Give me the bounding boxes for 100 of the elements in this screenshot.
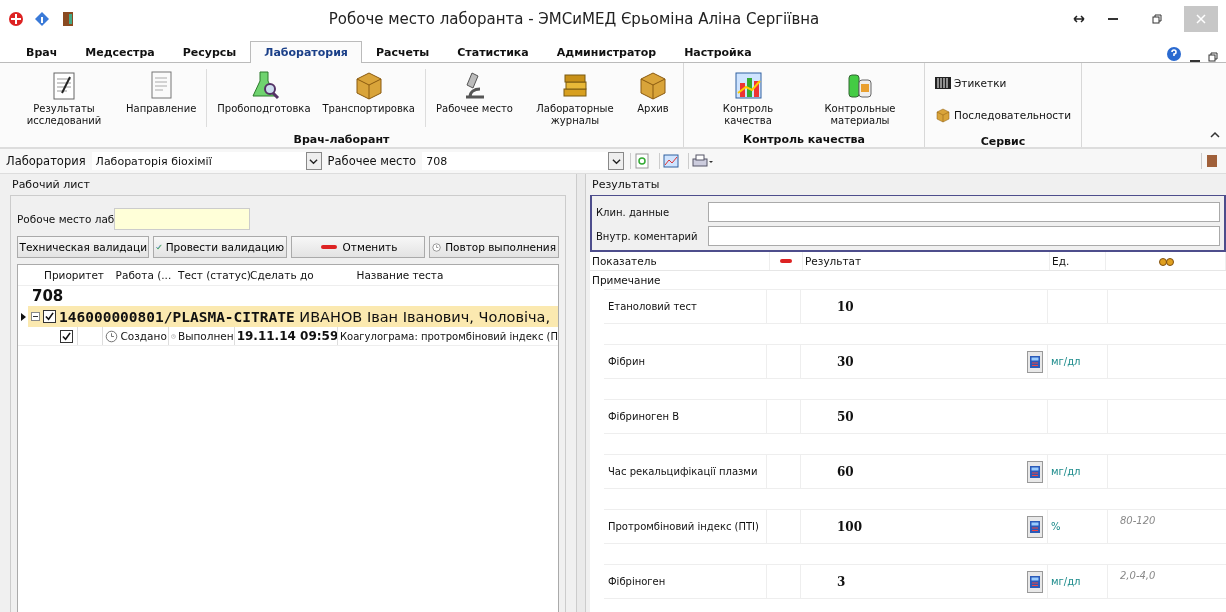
action-button[interactable]: Техническая валидаци: — [17, 236, 149, 258]
column-header[interactable]: Приоритет — [42, 269, 114, 281]
unit-text: мг/дл — [1051, 576, 1081, 587]
note-label: Примечание — [591, 273, 662, 288]
minus-icon — [779, 257, 793, 265]
ribbon-button[interactable]: Пробоподготовка — [213, 69, 315, 127]
reference-range: 80-120 — [1120, 515, 1156, 526]
info-icon — [34, 11, 50, 27]
result-value[interactable]: 10 — [837, 299, 854, 314]
calculator-button[interactable] — [1027, 350, 1043, 373]
field-label: Клин. данные — [596, 206, 671, 218]
menu-tab[interactable]: Расчеты — [361, 41, 444, 63]
collapse-icon — [1210, 130, 1220, 140]
ribbon-button[interactable]: Этикетки — [935, 69, 1072, 97]
result-value[interactable]: 50 — [837, 409, 854, 424]
column-header[interactable]: Результат — [805, 255, 862, 267]
column-header[interactable]: Тест (статус) — [176, 269, 249, 281]
table-cell: Выполнен — [177, 330, 234, 342]
app-logo-icon — [8, 11, 24, 27]
parameter-name: Етаноловий тест — [604, 290, 767, 323]
calculator-icon — [1030, 355, 1040, 368]
result-value[interactable]: 100 — [837, 519, 863, 534]
menu-tab[interactable]: Медсестра — [71, 41, 169, 63]
binoculars-icon — [1157, 255, 1174, 267]
reference-range: 2,0-4,0 — [1120, 570, 1156, 581]
table-cell: Создано — [120, 330, 167, 342]
action-button[interactable]: Провести валидацию — [153, 236, 287, 258]
window-title: Робоче место лаборанта - ЭМСиМЕД Єрьоміна Аліна Сергіївна — [327, 10, 821, 28]
workplace-label: Рабочее место — [327, 154, 417, 168]
result-value[interactable]: 30 — [837, 354, 854, 369]
parameter-name: Час рекальцифікації плазми — [604, 455, 767, 488]
action-button[interactable]: Повтор выполнения — [429, 236, 559, 258]
box-icon — [935, 107, 951, 123]
ribbon-button[interactable]: Рабочее место — [432, 69, 517, 127]
box-icon — [1205, 153, 1217, 169]
clock-icon — [105, 329, 119, 343]
collapse-icon[interactable] — [31, 312, 40, 321]
input-field[interactable] — [708, 202, 1220, 222]
unit-text: % — [1051, 521, 1061, 532]
group-row-text: 708 — [31, 286, 65, 306]
result-value[interactable]: 3 — [837, 574, 846, 589]
restore-icon — [1208, 52, 1218, 62]
ribbon-button[interactable]: Направление — [122, 69, 201, 127]
workplace-dropdown[interactable]: 708 — [422, 152, 625, 170]
checkbox[interactable] — [43, 310, 56, 323]
ribbon-button[interactable]: Результаты исследований — [10, 69, 118, 127]
column-header[interactable]: Работа (... — [113, 269, 177, 281]
ribbon-button[interactable]: Архив — [633, 69, 673, 127]
ribbon-button[interactable]: Последовательности — [935, 101, 1072, 129]
resize-arrows-icon — [1072, 14, 1086, 24]
column-header[interactable]: Показатель — [592, 255, 657, 267]
column-header[interactable]: Название теста — [354, 269, 558, 281]
calculator-button[interactable] — [1027, 460, 1043, 483]
parameter-name: Протромбіновий індекс (ПТІ) — [604, 510, 767, 543]
calculator-button[interactable] — [1027, 570, 1043, 593]
row-pointer-icon — [19, 311, 27, 322]
column-header[interactable]: Ед. — [1052, 255, 1070, 267]
barcode-icon — [935, 75, 951, 91]
panel-title: Результаты — [591, 178, 661, 193]
input-field[interactable] — [114, 208, 251, 230]
action-button[interactable]: Отменить — [291, 236, 425, 258]
parameter-name: Фібрин — [604, 345, 767, 378]
ribbon-button[interactable]: Транспортировка — [318, 69, 419, 127]
field-label: Робоче место лаб — [17, 213, 115, 225]
chevron-down-icon — [309, 156, 319, 166]
refresh-icon — [634, 153, 651, 169]
calculator-icon — [1030, 465, 1040, 478]
chart-window-icon — [663, 153, 680, 169]
menu-tab[interactable]: Лаборатория — [250, 41, 362, 63]
group-title: Контроль качества — [742, 133, 866, 148]
menu-tab[interactable]: Ресурсы — [168, 41, 251, 63]
order-title: 146000000801/PLASMA-CITRATE ИВАНОВ Іван Іванович, Чоловіча, — [59, 308, 551, 325]
field-label: Внутр. коментарий — [596, 230, 699, 242]
table-cell: Коагулограма: протромбіновий індекс (П — [339, 330, 558, 342]
table-cell: 19.11.14 09:59 — [236, 329, 337, 343]
menu-tab[interactable]: Статистика — [443, 41, 543, 63]
door-icon — [60, 11, 76, 27]
laboratory-dropdown[interactable]: Лабораторія біохімії — [91, 152, 322, 170]
ribbon-button[interactable]: Контроль качества — [694, 69, 802, 127]
unit-text: мг/дл — [1051, 356, 1081, 367]
result-value[interactable]: 60 — [837, 464, 854, 479]
minimize-icon — [1108, 18, 1118, 20]
group-title: Врач-лаборант — [292, 133, 391, 148]
menu-tab[interactable]: Настройка — [670, 41, 766, 63]
close-icon — [1196, 14, 1206, 24]
printer-icon — [692, 153, 715, 169]
input-field[interactable] — [708, 226, 1220, 246]
restore-icon — [1152, 14, 1162, 24]
chevron-down-icon — [611, 156, 621, 166]
calculator-button[interactable] — [1027, 515, 1043, 538]
menu-tab[interactable]: Врач — [12, 41, 72, 63]
checkbox[interactable] — [59, 329, 73, 343]
menu-tab[interactable]: Администратор — [542, 41, 671, 63]
calculator-icon — [1030, 520, 1040, 533]
ribbon-button[interactable]: Контрольные материалы — [806, 69, 914, 127]
unit-text: мг/дл — [1051, 466, 1081, 477]
parameter-name: Фібриноген В — [604, 400, 767, 433]
calculator-icon — [1030, 575, 1040, 588]
ribbon-button[interactable]: Лабораторные журналы — [521, 69, 629, 127]
parameter-name: Фібріноген — [604, 565, 767, 598]
